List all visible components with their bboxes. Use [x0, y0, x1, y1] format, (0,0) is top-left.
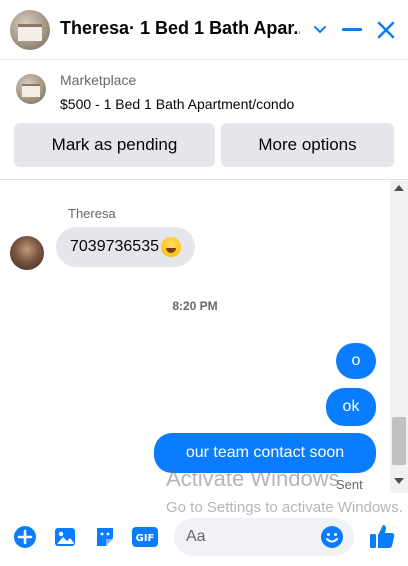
scroll-thumb[interactable] [392, 417, 406, 465]
message-timestamp: 8:20 PM [172, 299, 218, 313]
sent-status: Sent [336, 477, 363, 492]
more-options-button[interactable]: More options [221, 123, 394, 167]
chat-header: Theresa· 1 Bed 1 Bath Apar... [0, 0, 408, 60]
chevron-down-icon[interactable] [308, 16, 332, 44]
avatar[interactable] [10, 236, 44, 270]
chat-title[interactable]: Theresa· 1 Bed 1 Bath Apar... [60, 18, 300, 39]
listing-title[interactable]: $500 - 1 Bed 1 Bath Apartment/condo [60, 96, 294, 112]
conversation: Theresa 7039736535 8:20 PM o ok our team… [0, 181, 390, 493]
incoming-message[interactable]: 7039736535 [56, 227, 195, 267]
gif-icon[interactable]: GIF [132, 524, 158, 550]
minimize-icon[interactable] [340, 16, 364, 44]
scroll-down-arrow-icon[interactable] [394, 478, 404, 484]
laughing-emoji-icon [160, 237, 181, 257]
mark-as-pending-button[interactable]: Mark as pending [14, 123, 215, 167]
listing-thumbnail[interactable] [16, 74, 46, 104]
outgoing-message[interactable]: o [336, 343, 376, 379]
close-icon[interactable] [374, 16, 398, 44]
marketplace-panel: Marketplace $500 - 1 Bed 1 Bath Apartmen… [0, 60, 408, 180]
incoming-message-text: 7039736535 [70, 238, 159, 255]
emoji-icon[interactable] [320, 525, 344, 549]
listing-avatar[interactable] [10, 10, 50, 50]
outgoing-message[interactable]: ok [326, 388, 376, 426]
photo-icon[interactable] [52, 524, 78, 550]
sender-name: Theresa [68, 206, 116, 221]
activation-watermark-title: Activate Windows [166, 466, 340, 491]
message-composer: GIF [0, 510, 408, 566]
sticker-icon[interactable] [92, 524, 118, 550]
svg-text:GIF: GIF [136, 533, 155, 544]
marketplace-label: Marketplace [60, 72, 137, 88]
scroll-up-arrow-icon[interactable] [394, 185, 404, 191]
plus-icon[interactable] [12, 524, 38, 550]
like-icon[interactable] [368, 522, 396, 550]
conversation-scrollbar[interactable] [390, 181, 408, 493]
